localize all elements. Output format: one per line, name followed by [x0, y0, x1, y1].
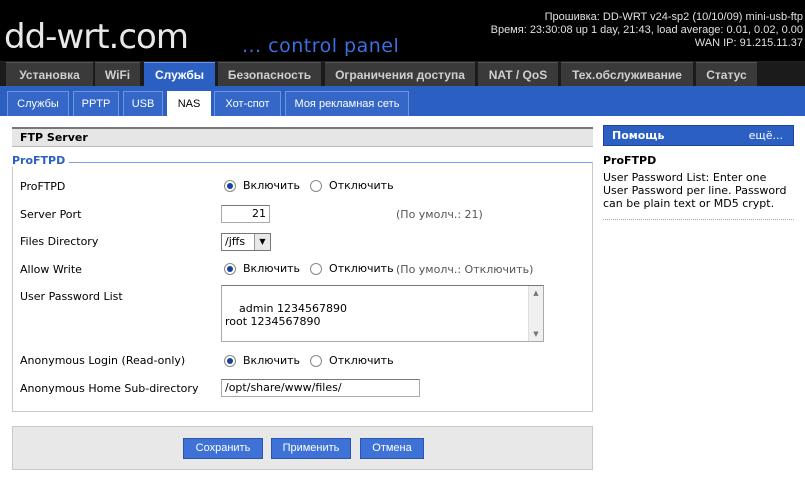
help-more-link[interactable]: ещё...: [749, 126, 783, 146]
anon-login-radio-group: Включить Отключить: [224, 354, 404, 367]
server-port-input[interactable]: 21: [221, 205, 270, 223]
save-button[interactable]: Сохранить: [183, 438, 263, 459]
proftpd-radio-group: Включить Отключить: [224, 179, 404, 192]
disable-label: Отключить: [329, 262, 394, 275]
help-divider: [603, 219, 794, 220]
anon-login-disable-radio[interactable]: [310, 354, 323, 367]
scroll-down-icon[interactable]: ▼: [529, 327, 543, 341]
allow-write-hint: (По умолч.: Отключить): [396, 263, 534, 276]
user-password-list-label: User Password List: [20, 290, 123, 303]
subtab-usb[interactable]: USB: [123, 91, 163, 116]
server-port-label: Server Port: [20, 208, 82, 221]
user-password-list-value: admin 1234567890 root 1234567890: [225, 302, 347, 328]
fieldset-legend: ProFTPD: [12, 154, 70, 167]
anon-login-enable-radio[interactable]: [224, 354, 236, 367]
wan-ip-text: WAN IP: 91.215.11.37: [694, 37, 803, 49]
scroll-up-icon[interactable]: ▲: [529, 286, 543, 300]
help-topic-title: ProFTPD: [603, 154, 657, 167]
server-port-hint: (По умолч.: 21): [396, 208, 483, 221]
subtab-services[interactable]: Службы: [7, 91, 69, 116]
user-password-list-textarea[interactable]: admin 1234567890 root 1234567890 ▲ ▼: [221, 285, 544, 342]
section-title: FTP Server: [12, 127, 593, 147]
proftpd-disable-radio[interactable]: [310, 179, 323, 192]
firmware-text: Прошивка: DD-WRT v24-sp2 (10/10/09) mini…: [544, 11, 803, 23]
allow-write-radio-group: Включить Отключить: [224, 262, 404, 275]
sub-tabs: Службы PPTP USB NAS Хот-спот Моя рекламн…: [0, 86, 805, 116]
proftpd-label: ProFTPD: [20, 180, 66, 193]
uptime-text: Время: 23:30:08 up 1 day, 21:43, load av…: [490, 24, 803, 36]
enable-label: Включить: [243, 354, 301, 367]
tab-services[interactable]: Службы: [144, 62, 215, 88]
button-bar: Сохранить Применить Отмена: [12, 426, 593, 470]
subtab-hotspot[interactable]: Хот-спот: [214, 91, 281, 116]
chevron-down-icon[interactable]: ▼: [254, 234, 270, 250]
tab-setup[interactable]: Установка: [6, 62, 93, 86]
tab-nat-qos[interactable]: NAT / QoS: [478, 62, 558, 86]
tab-security[interactable]: Безопасность: [218, 62, 321, 86]
logo[interactable]: dd-wrt.com: [4, 18, 189, 56]
help-text: User Password List: Enter one User Passw…: [603, 171, 787, 210]
help-header: Помощь ещё...: [603, 125, 794, 146]
enable-label: Включить: [243, 262, 301, 275]
tab-status[interactable]: Статус: [696, 62, 757, 86]
router-info: Прошивка: DD-WRT v24-sp2 (10/10/09) mini…: [491, 11, 803, 50]
logo-subtitle: ... control panel: [242, 35, 400, 57]
apply-button[interactable]: Применить: [271, 438, 351, 459]
tab-wifi[interactable]: WiFi: [95, 62, 140, 86]
subtab-pptp[interactable]: PPTP: [73, 91, 119, 116]
subtab-my-ad-network[interactable]: Моя рекламная сеть: [285, 91, 409, 116]
allow-write-enable-radio[interactable]: [224, 262, 236, 275]
anon-login-label: Anonymous Login (Read-only): [20, 354, 186, 367]
tab-access-restrictions[interactable]: Ограничения доступа: [325, 62, 475, 86]
cancel-button[interactable]: Отмена: [360, 438, 424, 459]
tab-administration[interactable]: Тех.обслуживание: [561, 62, 693, 86]
allow-write-label: Allow Write: [20, 263, 82, 276]
allow-write-disable-radio[interactable]: [310, 262, 323, 275]
main-content: FTP Server ProFTPD ProFTPD Включить Откл…: [0, 116, 805, 480]
anon-home-label: Anonymous Home Sub-directory: [20, 382, 199, 395]
proftpd-enable-radio[interactable]: [224, 179, 236, 192]
disable-label: Отключить: [329, 179, 394, 192]
files-directory-select[interactable]: /jffs ▼: [221, 233, 271, 251]
main-tabs: Установка WiFi Службы Безопасность Огран…: [0, 62, 805, 88]
subtab-nas[interactable]: NAS: [167, 91, 211, 116]
help-title-bar: Помощь: [612, 129, 665, 142]
header: dd-wrt.com ... control panel Прошивка: D…: [0, 0, 805, 62]
anon-home-input[interactable]: /opt/share/www/files/: [221, 379, 420, 397]
files-directory-label: Files Directory: [20, 235, 99, 248]
enable-label: Включить: [243, 179, 301, 192]
files-directory-value: /jffs: [225, 235, 246, 248]
disable-label: Отключить: [329, 354, 394, 367]
textarea-scrollbar[interactable]: ▲ ▼: [528, 286, 543, 341]
